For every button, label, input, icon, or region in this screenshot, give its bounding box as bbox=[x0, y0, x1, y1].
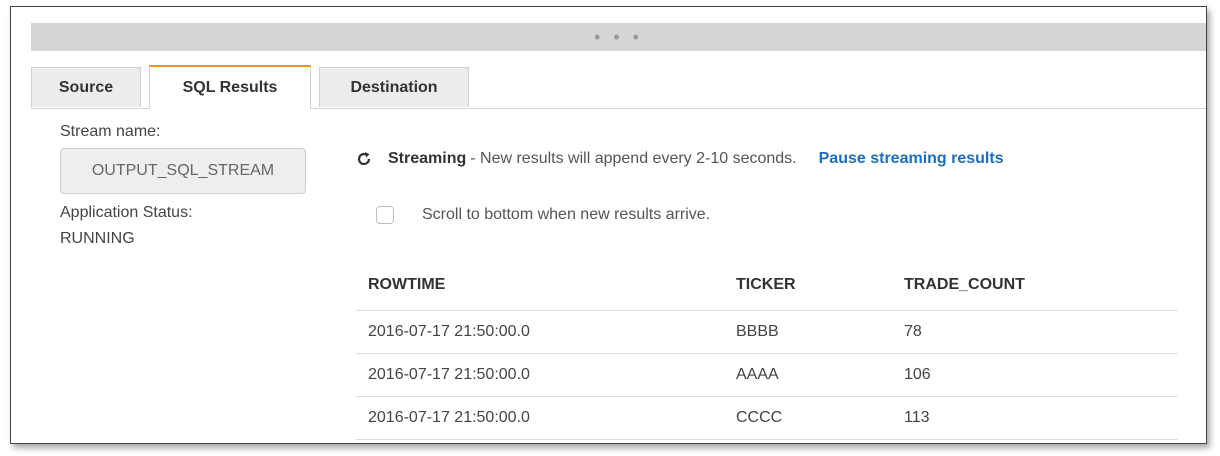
cell-rowtime: 2016-07-17 21:50:00.0 bbox=[356, 396, 736, 440]
cell-trade-count: 78 bbox=[904, 310, 1178, 354]
pause-streaming-link[interactable]: Pause streaming results bbox=[819, 150, 1004, 168]
column-header-rowtime[interactable]: ROWTIME bbox=[356, 260, 736, 311]
cell-ticker: BBBB bbox=[736, 310, 904, 354]
streaming-description: - New results will append every 2-10 sec… bbox=[470, 150, 797, 167]
tab-source[interactable]: Source bbox=[31, 67, 141, 107]
application-status-label: Application Status: bbox=[60, 204, 193, 221]
table-row: 2016-07-17 21:50:00.0 CCCC 113 bbox=[356, 396, 1178, 440]
streaming-title: Streaming bbox=[388, 150, 467, 167]
table-row: 2016-07-17 21:50:00.0 BBBB 78 bbox=[356, 310, 1178, 354]
cell-trade-count: 113 bbox=[904, 396, 1178, 440]
streaming-status: Streaming - New results will append ever… bbox=[356, 148, 1004, 170]
resize-handle[interactable]: • • • bbox=[31, 23, 1206, 51]
results-table: ROWTIME TICKER TRADE_COUNT 2016-07-17 21… bbox=[356, 260, 1178, 440]
application-status-value: RUNNING bbox=[60, 230, 135, 247]
scroll-option: Scroll to bottom when new results arrive… bbox=[376, 206, 710, 224]
column-header-ticker[interactable]: TICKER bbox=[736, 260, 904, 311]
cell-rowtime: 2016-07-17 21:50:00.0 bbox=[356, 353, 736, 397]
tab-bar: Source SQL Results Destination bbox=[31, 63, 1206, 109]
drag-dots-icon: • • • bbox=[594, 26, 643, 47]
stream-name-label: Stream name: bbox=[60, 123, 161, 140]
stream-name-field: OUTPUT_SQL_STREAM bbox=[60, 148, 306, 194]
table-row: 2016-07-17 21:50:00.0 AAAA 106 bbox=[356, 353, 1178, 397]
cell-trade-count: 106 bbox=[904, 353, 1178, 397]
column-header-trade-count[interactable]: TRADE_COUNT bbox=[904, 260, 1178, 311]
tab-destination[interactable]: Destination bbox=[319, 67, 469, 107]
cell-ticker: AAAA bbox=[736, 353, 904, 397]
cell-ticker: CCCC bbox=[736, 396, 904, 440]
refresh-icon bbox=[356, 151, 372, 167]
table-header-row: ROWTIME TICKER TRADE_COUNT bbox=[356, 260, 1178, 311]
cell-rowtime: 2016-07-17 21:50:00.0 bbox=[356, 310, 736, 354]
tab-sql-results[interactable]: SQL Results bbox=[149, 65, 311, 109]
scroll-to-bottom-label: Scroll to bottom when new results arrive… bbox=[422, 206, 711, 223]
scroll-to-bottom-checkbox[interactable] bbox=[376, 206, 394, 224]
